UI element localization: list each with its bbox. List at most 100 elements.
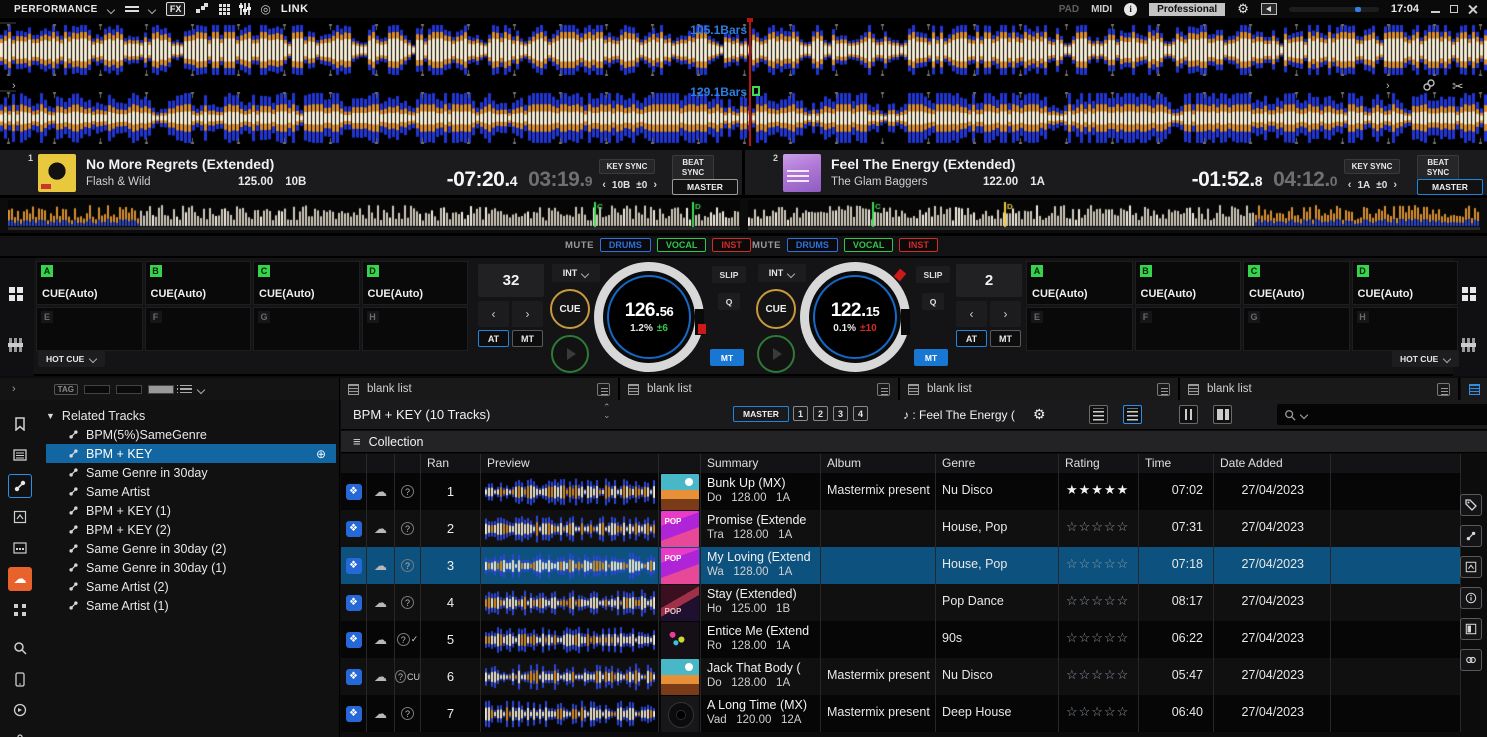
- fx-button[interactable]: FX: [166, 2, 186, 16]
- deck2-stem-drums[interactable]: DRUMS: [787, 238, 838, 252]
- pads-grid-icon[interactable]: [219, 4, 230, 15]
- col-preview[interactable]: Preview: [481, 454, 659, 473]
- table-row[interactable]: ❖☁?1Bunk Up (MX)Do 128.00 1AMastermix pr…: [341, 473, 1461, 510]
- col-genre[interactable]: Genre: [936, 454, 1059, 473]
- deck1-slip-button[interactable]: SLIP: [712, 266, 746, 283]
- deck2-beat-sync-button[interactable]: BEATSYNC: [1417, 155, 1459, 180]
- deck2-key-sync-button[interactable]: KEY SYNC: [1344, 159, 1400, 174]
- deck2-hot-cue-pad-C[interactable]: CCUE(Auto): [1243, 261, 1350, 305]
- deck2-cue-button[interactable]: CUE: [756, 289, 796, 329]
- sidebar-item-bpm-key[interactable]: BPM + KEY⊕: [46, 444, 336, 463]
- deck1-play-button[interactable]: [551, 335, 589, 373]
- dropbox-icon[interactable]: ❖: [346, 595, 362, 611]
- volume-slider[interactable]: [1289, 7, 1379, 12]
- help-icon[interactable]: ?: [395, 670, 406, 683]
- deck2-mt-toggle[interactable]: MT: [914, 349, 948, 366]
- deck2-at-button[interactable]: AT: [956, 330, 987, 347]
- wave-expand-right-icon[interactable]: ›: [1386, 80, 1390, 92]
- volume-handle[interactable]: [1355, 7, 1361, 12]
- deck1-at-button[interactable]: AT: [478, 330, 509, 347]
- edition-badge[interactable]: Professional: [1149, 3, 1225, 16]
- deck1-master-button[interactable]: MASTER: [672, 179, 738, 195]
- pad-editor-icon[interactable]: [8, 598, 32, 622]
- playlist-tab-3[interactable]: blank list: [900, 378, 1180, 400]
- minimize-button[interactable]: [1431, 5, 1440, 13]
- playlist-tab-4[interactable]: blank list: [1180, 378, 1460, 400]
- playlist-tab-1[interactable]: blank list: [340, 378, 620, 400]
- deck1-hot-cue-pad-G[interactable]: G: [253, 307, 360, 351]
- col-rating[interactable]: Rating: [1059, 454, 1139, 473]
- triangle-down-icon[interactable]: ▼: [46, 411, 55, 421]
- mixer-sliders-icon[interactable]: [240, 3, 250, 15]
- deck1-loop-length[interactable]: 32: [478, 264, 544, 297]
- view-split-icon[interactable]: [1213, 405, 1232, 424]
- dropbox-icon[interactable]: ❖: [346, 706, 362, 722]
- cloud-icon[interactable]: ☁: [374, 558, 387, 574]
- deck1-key-shift[interactable]: ‹ 10B ±0 ›: [602, 179, 657, 191]
- help-icon[interactable]: ?: [401, 596, 414, 609]
- table-row[interactable]: ❖☁?CU6Jack That Body (Do 128.00 1AMaster…: [341, 658, 1461, 695]
- deck2-hot-cue-pad-E[interactable]: E: [1026, 307, 1133, 351]
- soundcloud-icon[interactable]: ☁: [8, 567, 32, 591]
- help-icon[interactable]: ?: [397, 633, 410, 646]
- dropbox-icon[interactable]: ❖: [346, 558, 362, 574]
- deck2-waveform[interactable]: [0, 92, 1487, 144]
- tab-menu-icon[interactable]: [1157, 383, 1170, 396]
- table-row[interactable]: ❖☁?✓5Entice Me (ExtendRo 128.00 1A90s☆☆☆…: [341, 621, 1461, 658]
- deck2-mt-button[interactable]: MT: [990, 330, 1021, 347]
- cloud-icon[interactable]: ☁: [374, 669, 387, 685]
- dropbox-icon[interactable]: ❖: [346, 669, 362, 685]
- view-detail-list-icon[interactable]: [1123, 405, 1142, 424]
- maximize-button[interactable]: [1450, 5, 1458, 13]
- deck2-track-preview[interactable]: [748, 200, 1480, 230]
- mixer-view-icon-right[interactable]: [1462, 338, 1475, 357]
- col-time[interactable]: Time: [1139, 454, 1214, 473]
- chevron-down-icon[interactable]: [198, 386, 205, 393]
- col-dropbox[interactable]: [341, 454, 367, 473]
- close-button[interactable]: [1468, 5, 1477, 14]
- track-preview-waveform[interactable]: [485, 589, 655, 617]
- list-options-icon[interactable]: [180, 383, 192, 396]
- master-filter-button[interactable]: MASTER: [733, 406, 789, 422]
- dropbox-icon[interactable]: ❖: [346, 521, 362, 537]
- deck1-stem-drums[interactable]: DRUMS: [600, 238, 651, 252]
- cloud-icon[interactable]: ☁: [374, 632, 387, 648]
- layout-menu-icon[interactable]: [125, 4, 139, 14]
- track-preview-waveform[interactable]: [485, 552, 655, 580]
- mobile-device-icon[interactable]: [8, 667, 32, 691]
- tab-menu-icon[interactable]: [1437, 383, 1450, 396]
- artwork-panel-icon[interactable]: [1460, 556, 1482, 578]
- deck2-loop-half-button[interactable]: ‹: [956, 301, 987, 327]
- col-rank[interactable]: Ran: [421, 454, 481, 473]
- sampler-icon[interactable]: [8, 536, 32, 560]
- sidebar-item-same-artist-1-[interactable]: Same Artist (1): [46, 596, 336, 615]
- collection-menu-icon[interactable]: ≡: [353, 434, 361, 449]
- rekordbox-sync-icon[interactable]: [8, 698, 32, 722]
- record-icon[interactable]: ◎: [260, 3, 270, 15]
- pads-view-icon-right[interactable]: [1462, 280, 1476, 301]
- settings-gear-icon[interactable]: ⚙: [1237, 1, 1249, 17]
- deck1-track-preview[interactable]: [8, 200, 740, 230]
- deck2-hot-cue-pad-B[interactable]: BCUE(Auto): [1135, 261, 1242, 305]
- deck1-mt-toggle[interactable]: MT: [710, 349, 744, 366]
- cloud-icon[interactable]: ☁: [374, 595, 387, 611]
- deck2-master-button[interactable]: MASTER: [1417, 179, 1483, 195]
- sidebar-item-same-genre-in-30day-2-[interactable]: Same Genre in 30day (2): [46, 539, 336, 558]
- browser-panel-toggle[interactable]: [1461, 378, 1487, 400]
- midi-toggle[interactable]: MIDI: [1091, 4, 1112, 15]
- color-filter-2[interactable]: [116, 385, 142, 394]
- deck1-jog-wheel[interactable]: 126.56 1.2%±6: [594, 262, 704, 372]
- deck1-play-mode[interactable]: INT: [552, 264, 600, 282]
- layout-chevron-icon[interactable]: [149, 6, 156, 13]
- deck2-hot-cue-pad-H[interactable]: H: [1352, 307, 1459, 351]
- cell-rating[interactable]: ☆☆☆☆☆: [1059, 584, 1139, 621]
- playlist-settings-gear-icon[interactable]: ⚙: [1033, 406, 1046, 423]
- cell-rating[interactable]: ☆☆☆☆☆: [1059, 621, 1139, 658]
- wave-collapse-left-icon[interactable]: ›: [12, 80, 16, 92]
- deck2-stem-inst[interactable]: INST: [899, 238, 938, 252]
- bridge-icon[interactable]: [8, 505, 32, 529]
- deck2-play-button[interactable]: [757, 335, 795, 373]
- mode-chevron-icon[interactable]: [108, 6, 115, 13]
- sidebar-item-bpm-key-2-[interactable]: BPM + KEY (2): [46, 520, 336, 539]
- deck2-stem-vocal[interactable]: VOCAL: [844, 238, 894, 252]
